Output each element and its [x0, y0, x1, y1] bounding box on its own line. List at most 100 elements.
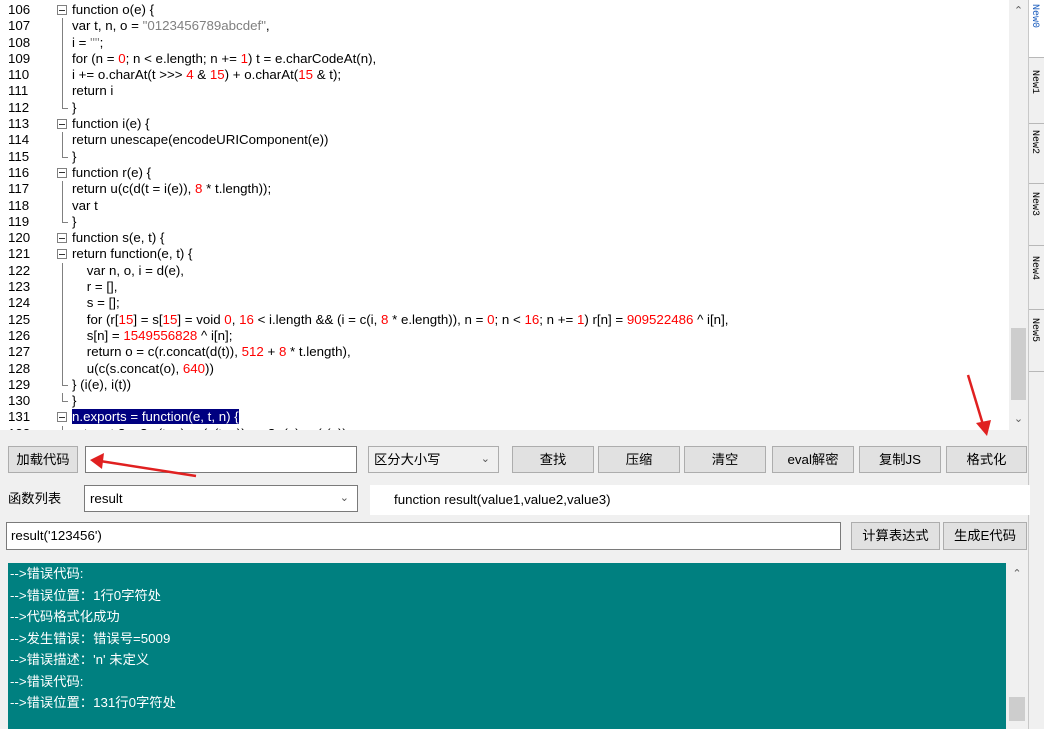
- tab-new0[interactable]: New0: [1029, 0, 1044, 58]
- case-sensitivity-select[interactable]: 区分大小写 ⌄: [368, 446, 499, 473]
- fold-toggle-icon[interactable]: [57, 230, 69, 246]
- code-line: 132 return t ? n ? c(t, e) : s(c(t, e)) :…: [0, 425, 1010, 430]
- fold-toggle-icon[interactable]: [57, 2, 69, 18]
- format-button[interactable]: 格式化: [946, 446, 1027, 473]
- function-list-label: 函数列表: [8, 491, 62, 506]
- line-number: 119: [8, 213, 30, 229]
- output-log[interactable]: -->错误代码: -->错误位置：1行0字符处 -->代码格式化成功 -->发生错误：…: [8, 563, 1006, 729]
- tab-label: New4: [1029, 256, 1040, 281]
- copy-js-button[interactable]: 复制JS: [859, 446, 941, 473]
- line-number: 117: [8, 181, 30, 197]
- code-text: i = "";: [72, 35, 103, 51]
- line-number: 112: [8, 99, 30, 115]
- editor-scrollbar[interactable]: ⌃ ⌄: [1009, 0, 1028, 430]
- code-token: ,: [231, 311, 240, 327]
- function-list-select[interactable]: result ⌄: [84, 485, 358, 512]
- code-text: }: [72, 214, 76, 230]
- code-line: 117 return u(c(d(t = i(e)), 8 * t.length)…: [0, 181, 1010, 198]
- code-text: u(c(s.concat(o), 640)): [72, 361, 214, 377]
- compress-button[interactable]: 压缩: [598, 446, 680, 473]
- fold-guide: [57, 50, 69, 68]
- code-editor[interactable]: 106 function o(e) {107 var t, n, o = "0123…: [0, 0, 1028, 430]
- code-token: "0123456789abcdef": [142, 18, 266, 34]
- code-token: ] = s[: [133, 311, 163, 327]
- code-token: return i: [72, 83, 114, 99]
- code-line: 111 return i: [0, 83, 1010, 100]
- code-text: var t: [72, 198, 98, 214]
- fold-toggle-icon[interactable]: [57, 409, 69, 425]
- expression-input[interactable]: result('123456'): [6, 522, 841, 550]
- log-line: -->发生错误：错误号=5009: [10, 630, 171, 646]
- code-token: &: [193, 67, 210, 83]
- fold-toggle-icon[interactable]: [57, 246, 69, 262]
- code-text: return function(e, t) {: [72, 246, 192, 262]
- code-token: 909522486: [626, 311, 694, 327]
- code-token: & t);: [313, 67, 342, 83]
- function-select-value: result: [90, 491, 123, 506]
- eval-decrypt-button[interactable]: eval解密: [772, 446, 854, 473]
- code-token: * t.length));: [202, 181, 272, 197]
- tab-new3[interactable]: New3: [1029, 188, 1044, 246]
- code-token: 1549556828: [123, 327, 198, 343]
- code-path-input[interactable]: [85, 446, 357, 473]
- code-text: s[n] = 1549556828 ^ i[n];: [72, 327, 233, 344]
- code-text: return unescape(encodeURIComponent(e)): [72, 132, 328, 148]
- editor-scroll-thumb[interactable]: [1011, 328, 1026, 400]
- fold-toggle-icon[interactable]: [57, 165, 69, 181]
- tab-label: New3: [1029, 192, 1040, 217]
- tab-new2[interactable]: New2: [1029, 126, 1044, 184]
- tab-label: New1: [1029, 70, 1040, 95]
- scroll-up-icon[interactable]: ⌃: [1006, 565, 1028, 583]
- scroll-up-icon[interactable]: ⌃: [1009, 2, 1028, 20]
- code-line: 118 var t: [0, 197, 1010, 214]
- code-token: +: [263, 344, 279, 360]
- code-token: * e.length)), n =: [388, 311, 488, 327]
- code-text: }: [72, 100, 76, 116]
- line-number: 127: [8, 344, 31, 360]
- code-token: ) t = e.charCodeAt(n),: [247, 50, 377, 66]
- fold-guide: [57, 181, 69, 198]
- log-scrollbar[interactable]: ⌃: [1006, 563, 1028, 729]
- evaluate-expression-button[interactable]: 计算表达式: [851, 522, 940, 550]
- tab-label: New0: [1029, 4, 1040, 29]
- code-token: for (n =: [72, 50, 119, 66]
- code-token: ; n <: [494, 311, 525, 327]
- code-token: 15: [162, 311, 178, 327]
- code-token: n.exports = function(e, t, n) {: [72, 409, 239, 425]
- code-line: 121 return function(e, t) {: [0, 246, 1010, 262]
- fold-guide: [57, 262, 69, 280]
- code-token: function i(e) {: [72, 116, 150, 132]
- log-line: -->错误代码:: [10, 566, 84, 581]
- fold-end-marker: [57, 148, 69, 165]
- code-token: ) + o.charAt(: [224, 67, 299, 83]
- line-number: 125: [8, 311, 31, 327]
- log-line: -->错误描述：'n' 未定义: [10, 652, 150, 667]
- tab-new5[interactable]: New5: [1029, 314, 1044, 372]
- find-button[interactable]: 查找: [512, 446, 594, 473]
- tab-new4[interactable]: New4: [1029, 252, 1044, 310]
- clear-button[interactable]: 清空: [684, 446, 766, 473]
- fold-toggle-icon[interactable]: [57, 116, 69, 132]
- line-number: 115: [8, 148, 30, 164]
- generate-e-code-button[interactable]: 生成E代码: [943, 522, 1027, 550]
- code-line: 119}: [0, 213, 1010, 230]
- load-code-button[interactable]: 加载代码: [8, 446, 78, 473]
- code-token: ; n +=: [539, 311, 577, 327]
- log-line: -->错误位置：131行0字符处: [10, 695, 176, 710]
- line-number: 129: [8, 376, 31, 392]
- code-line: 131 n.exports = function(e, t, n) {: [0, 409, 1010, 425]
- code-token: "": [90, 34, 100, 50]
- line-number: 126: [8, 327, 31, 343]
- code-token: 4: [186, 67, 194, 83]
- tab-new1[interactable]: New1: [1029, 66, 1044, 124]
- log-scroll-thumb[interactable]: [1009, 697, 1025, 721]
- code-line: 124 s = [];: [0, 295, 1010, 312]
- code-text: return i: [72, 83, 113, 99]
- code-line: 123 r = [],: [0, 279, 1010, 296]
- code-line: 116 function r(e) {: [0, 165, 1010, 181]
- code-token: ;: [99, 34, 104, 50]
- code-line: 110 i += o.charAt(t >>> 4 & 15) + o.charA…: [0, 67, 1010, 84]
- scroll-down-icon[interactable]: ⌄: [1009, 410, 1028, 428]
- code-token: function o(e) {: [72, 2, 155, 17]
- code-token: ^ i[n],: [693, 311, 729, 327]
